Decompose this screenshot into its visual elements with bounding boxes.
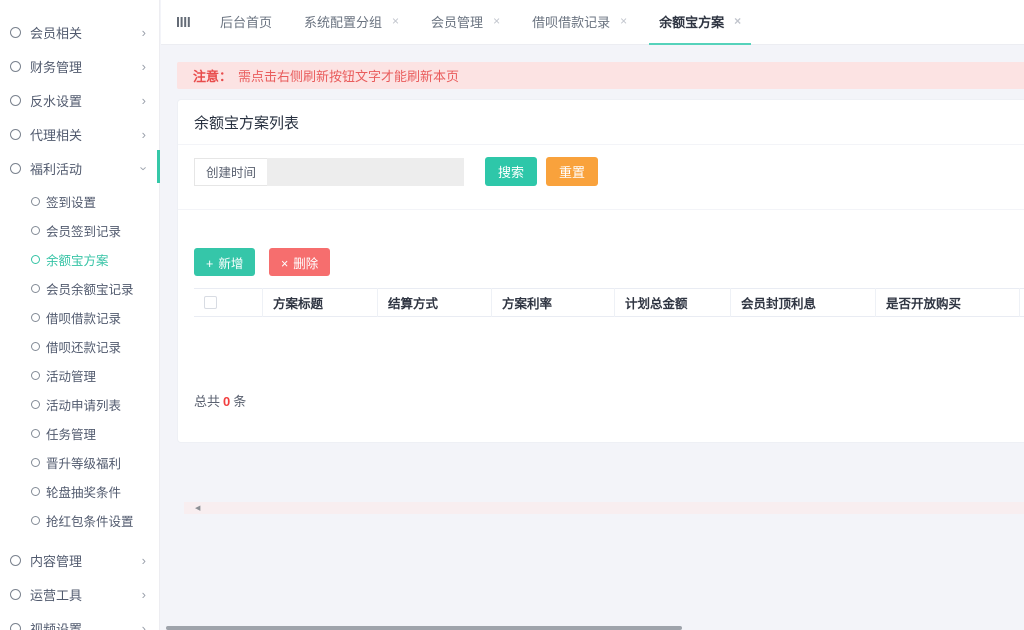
main-content: 后台首页 系统配置分组 × 会员管理 × 借呗借款记录 × 余额宝方案 × 注意… <box>161 0 1024 630</box>
sidebar-subitem-member-yuebao-records[interactable]: 会员余额宝记录 <box>0 274 159 303</box>
sidebar-subitem-jiebei-loan-records[interactable]: 借呗借款记录 <box>0 303 159 332</box>
collapse-sidebar-icon[interactable] <box>177 16 190 28</box>
sidebar-subitem-yuebao-plan[interactable]: 余额宝方案 <box>0 245 159 274</box>
column-header: 方案利率 <box>491 288 614 317</box>
circle-icon <box>10 163 21 174</box>
circle-icon <box>31 371 40 380</box>
collapsed-strip: ◀ <box>184 502 1024 514</box>
chevron-right-icon: › <box>142 60 146 73</box>
table-empty-body <box>194 317 1024 391</box>
column-header: 方案标题 <box>262 288 377 317</box>
column-header: 计划总金额 <box>614 288 730 317</box>
plus-icon: + <box>206 257 213 271</box>
close-tab-icon[interactable]: × <box>392 14 399 28</box>
sidebar-item-operation-tools[interactable]: 运营工具 › <box>0 577 159 611</box>
circle-icon <box>31 487 40 496</box>
active-menu-indicator <box>157 150 160 183</box>
search-button[interactable]: 搜索 <box>485 157 537 186</box>
circle-icon <box>10 589 21 600</box>
column-header: 是否开放购买 <box>875 288 1019 317</box>
sidebar-subitem-activity-management[interactable]: 活动管理 <box>0 361 159 390</box>
sidebar-item-video-settings[interactable]: 视频设置 › <box>0 611 159 630</box>
search-section: 创建时间 搜索 重置 <box>178 145 1024 210</box>
page-title: 余额宝方案列表 <box>178 100 1024 145</box>
sidebar-item-welfare-activities[interactable]: 福利活动 › <box>0 151 159 185</box>
sidebar-item-member-related[interactable]: 会员相关 › <box>0 15 159 49</box>
sidebar-item-rebate-settings[interactable]: 反水设置 › <box>0 83 159 117</box>
table-header-row: 方案标题 结算方式 方案利率 计划总金额 会员封顶利息 是否开放购买 <box>194 288 1024 317</box>
circle-icon <box>10 555 21 566</box>
total-count: 总共0条 <box>178 391 1024 442</box>
circle-icon <box>31 313 40 322</box>
create-time-input[interactable] <box>267 158 464 186</box>
sidebar-subitem-jiebei-repay-records[interactable]: 借呗还款记录 <box>0 332 159 361</box>
chevron-right-icon: › <box>142 554 146 567</box>
circle-icon <box>10 129 21 140</box>
close-tab-icon[interactable]: × <box>620 14 627 28</box>
sidebar: 会员相关 › 财务管理 › 反水设置 › 代理相关 › 福利活动 › 签到设置 <box>0 0 160 630</box>
chevron-right-icon: › <box>142 588 146 601</box>
sidebar-subitem-activity-apply-list[interactable]: 活动申请列表 <box>0 390 159 419</box>
x-icon: × <box>281 257 288 271</box>
chevron-down-icon: › <box>137 166 150 170</box>
chevron-right-icon: › <box>142 128 146 141</box>
sidebar-item-agent-related[interactable]: 代理相关 › <box>0 117 159 151</box>
select-all-cell <box>194 288 262 317</box>
close-tab-icon[interactable]: × <box>734 14 741 28</box>
circle-icon <box>31 255 40 264</box>
tab-member-management[interactable]: 会员管理 × <box>421 0 510 45</box>
close-tab-icon[interactable]: × <box>493 14 500 28</box>
tab-bar: 后台首页 系统配置分组 × 会员管理 × 借呗借款记录 × 余额宝方案 × <box>161 0 1024 45</box>
total-count-number: 0 <box>223 394 230 409</box>
circle-icon <box>10 95 21 106</box>
circle-icon <box>31 400 40 409</box>
plans-table: 方案标题 结算方式 方案利率 计划总金额 会员封顶利息 是否开放购买 <box>194 288 1024 391</box>
sidebar-menu: 会员相关 › 财务管理 › 反水设置 › 代理相关 › 福利活动 › 签到设置 <box>0 0 159 630</box>
reset-button[interactable]: 重置 <box>546 157 598 186</box>
yuebao-plan-panel: 余额宝方案列表 创建时间 搜索 重置 +新增 ×删除 方案标题 结算方式 方案利… <box>177 99 1024 443</box>
sidebar-subitem-task-management[interactable]: 任务管理 <box>0 419 159 448</box>
select-all-checkbox[interactable] <box>204 296 217 309</box>
tab-yuebao-plan[interactable]: 余额宝方案 × <box>649 0 751 45</box>
circle-icon <box>31 284 40 293</box>
column-header: 结算方式 <box>377 288 491 317</box>
chevron-right-icon: › <box>142 26 146 39</box>
column-header: 会员封顶利息 <box>730 288 875 317</box>
column-header <box>1019 288 1024 317</box>
create-time-input-group: 创建时间 <box>194 158 464 186</box>
tab-system-config-group[interactable]: 系统配置分组 × <box>294 0 409 45</box>
delete-button[interactable]: ×删除 <box>269 248 330 276</box>
circle-icon <box>31 226 40 235</box>
circle-icon <box>31 516 40 525</box>
sidebar-subitem-promotion-level-benefits[interactable]: 晋升等级福利 <box>0 448 159 477</box>
sidebar-item-finance-management[interactable]: 财务管理 › <box>0 49 159 83</box>
sidebar-subitem-checkin-settings[interactable]: 签到设置 <box>0 187 159 216</box>
circle-icon <box>31 342 40 351</box>
circle-icon <box>10 61 21 72</box>
arrow-left-icon[interactable]: ◀ <box>195 505 200 512</box>
circle-icon <box>31 458 40 467</box>
circle-icon <box>10 27 21 38</box>
notice-text: 需点击右侧刷新按钮文字才能刷新本页 <box>238 66 459 85</box>
sidebar-item-content-management[interactable]: 内容管理 › <box>0 543 159 577</box>
chevron-right-icon: › <box>142 622 146 630</box>
tab-jiebei-loan-records[interactable]: 借呗借款记录 × <box>522 0 637 45</box>
horizontal-scrollbar-thumb[interactable] <box>166 626 682 630</box>
circle-icon <box>31 429 40 438</box>
sidebar-subitem-roulette-draw-conditions[interactable]: 轮盘抽奖条件 <box>0 477 159 506</box>
sidebar-submenu-welfare: 签到设置 会员签到记录 余额宝方案 会员余额宝记录 借呗借款记录 借呗还款记录 <box>0 185 159 543</box>
notice-prefix: 注意： <box>193 66 232 85</box>
add-button[interactable]: +新增 <box>194 248 255 276</box>
notice-bar: 注意： 需点击右侧刷新按钮文字才能刷新本页 <box>177 62 1024 89</box>
circle-icon <box>31 197 40 206</box>
tab-dashboard[interactable]: 后台首页 <box>210 0 282 45</box>
sidebar-subitem-member-checkin-records[interactable]: 会员签到记录 <box>0 216 159 245</box>
table-toolbar: +新增 ×删除 <box>178 210 1024 288</box>
sidebar-subitem-red-packet-conditions[interactable]: 抢红包条件设置 <box>0 506 159 535</box>
create-time-label: 创建时间 <box>194 158 267 186</box>
circle-icon <box>10 623 21 630</box>
chevron-right-icon: › <box>142 94 146 107</box>
